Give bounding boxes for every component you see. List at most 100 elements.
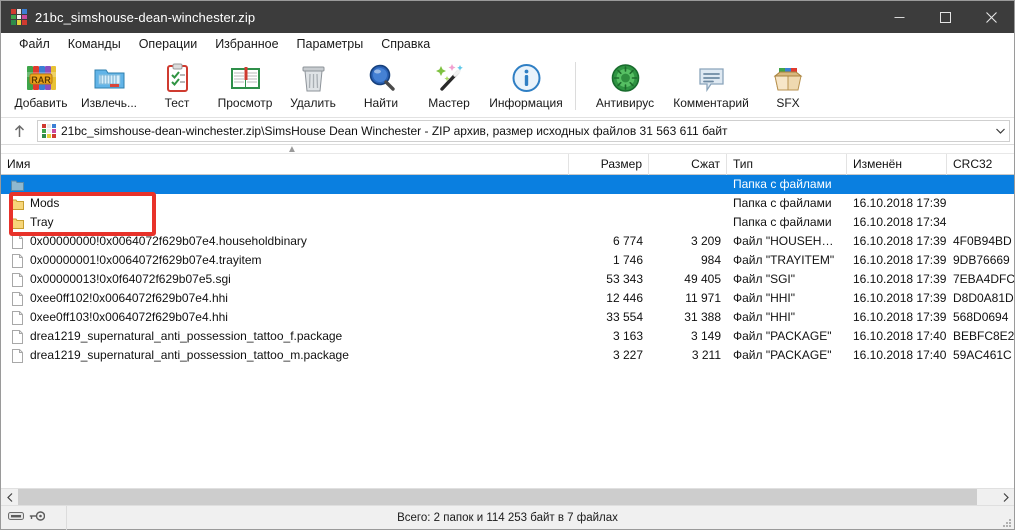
- cell-type: Файл "PACKAGE": [733, 329, 832, 343]
- view-book-icon: [229, 61, 262, 95]
- toolbar-info[interactable]: Информация: [483, 58, 569, 116]
- menu-operations[interactable]: Операции: [130, 35, 206, 54]
- arrow-up-icon: [14, 124, 24, 137]
- toolbar-info-label: Информация: [489, 96, 563, 110]
- menu-options[interactable]: Параметры: [288, 35, 373, 54]
- cell-crc32: 9DB76669: [953, 253, 1010, 267]
- cell-size: 1 746: [612, 253, 643, 267]
- chevron-right-icon: [1003, 492, 1009, 502]
- table-row[interactable]: drea1219_supernatural_anti_possession_ta…: [1, 327, 1014, 346]
- toolbar-comment[interactable]: Комментарий: [668, 58, 754, 116]
- close-button[interactable]: [968, 1, 1014, 33]
- navigate-up-button[interactable]: [5, 120, 33, 142]
- toolbar-find[interactable]: Найти: [347, 58, 415, 116]
- horizontal-scrollbar[interactable]: [1, 488, 1014, 506]
- cell-packed: 11 971: [685, 291, 721, 305]
- file-icon: [11, 272, 24, 287]
- window-title: 21bc_simshouse-dean-winchester.zip: [35, 9, 256, 25]
- table-row[interactable]: Mods Папка с файлами 16.10.2018 17:39: [1, 194, 1014, 213]
- cell-modified: 16.10.2018 17:39: [853, 253, 947, 267]
- table-row[interactable]: 0x00000001!0x0064072f629b07e4.trayitem 1…: [1, 251, 1014, 270]
- folder-up-icon: [11, 178, 24, 192]
- column-header-modified[interactable]: Изменён: [847, 153, 947, 175]
- close-icon: [985, 11, 997, 23]
- cell-type: Папка с файлами: [733, 196, 832, 210]
- column-header-size[interactable]: Размер: [569, 153, 649, 175]
- cell-type: Папка с файлами: [733, 215, 832, 229]
- menu-favorites[interactable]: Избранное: [206, 35, 287, 54]
- toolbar: RAR Добавить Извлечь... Тест Просмотр Уд…: [1, 56, 1014, 118]
- cell-type: Файл "PACKAGE": [733, 348, 832, 362]
- file-icon: [11, 329, 24, 344]
- scrollbar-thumb[interactable]: [18, 488, 978, 506]
- cell-crc32: [947, 175, 1014, 194]
- file-list-rows: Папка с файлами Mods Папка с файлами 16.…: [1, 175, 1014, 488]
- cell-modified: 16.10.2018 17:34: [853, 215, 947, 229]
- cell-name: drea1219_supernatural_anti_possession_ta…: [1, 346, 569, 365]
- info-circle-icon: [510, 61, 543, 95]
- table-row[interactable]: Tray Папка с файлами 16.10.2018 17:34: [1, 213, 1014, 232]
- table-row[interactable]: 0xee0ff103!0x0064072f629b07e4.hhi 33 554…: [1, 308, 1014, 327]
- toolbar-extract[interactable]: Извлечь...: [75, 58, 143, 116]
- window-controls: [876, 1, 1014, 33]
- scrollbar-track[interactable]: [18, 488, 997, 506]
- table-row[interactable]: 0xee0ff102!0x0064072f629b07e4.hhi 12 446…: [1, 289, 1014, 308]
- cell-packed: [649, 194, 727, 213]
- address-path-text: 21bc_simshouse-dean-winchester.zip\SimsH…: [61, 124, 728, 138]
- menu-help[interactable]: Справка: [372, 35, 439, 54]
- column-header-name[interactable]: Имя: [1, 153, 569, 175]
- toolbar-test[interactable]: Тест: [143, 58, 211, 116]
- key-icon[interactable]: [29, 509, 46, 527]
- toolbar-add-label: Добавить: [14, 96, 68, 110]
- cell-name-text: 0xee0ff102!0x0064072f629b07e4.hhi: [30, 291, 228, 305]
- file-icon: [11, 291, 24, 306]
- scroll-right-button[interactable]: [997, 488, 1014, 506]
- cell-name-text: 0x00000013!0x0f64072f629b07e5.sgi: [30, 272, 231, 286]
- cell-modified: 16.10.2018 17:39: [853, 310, 947, 324]
- cell-size: 3 163: [612, 329, 643, 343]
- cell-packed: [649, 175, 727, 194]
- maximize-button[interactable]: [922, 1, 968, 33]
- toolbar-wizard[interactable]: Мастер: [415, 58, 483, 116]
- sfx-box-icon: [772, 61, 805, 95]
- cell-type: Папка с файлами: [733, 177, 832, 191]
- file-icon: [11, 348, 24, 363]
- cell-modified: 16.10.2018 17:40: [853, 329, 947, 343]
- toolbar-add[interactable]: RAR Добавить: [7, 58, 75, 116]
- cell-crc32: 4F0B94BD: [953, 234, 1012, 248]
- column-header-crc32[interactable]: CRC32: [947, 154, 1015, 175]
- folder-icon: [11, 197, 24, 211]
- cell-type: Файл "HOUSEHOL...: [733, 234, 847, 248]
- status-icons: [1, 505, 67, 530]
- status-text: Всего: 2 папок и 114 253 байт в 7 файлах: [397, 511, 618, 524]
- toolbar-antivirus[interactable]: Антивирус: [582, 58, 668, 116]
- cell-name-text: Mods: [30, 196, 60, 210]
- cell-packed: 3 209: [690, 234, 721, 248]
- table-row[interactable]: 0x00000000!0x0064072f629b07e4.householdb…: [1, 232, 1014, 251]
- toolbar-separator: [575, 62, 576, 110]
- archive-disk-icon[interactable]: [8, 509, 24, 527]
- menu-file[interactable]: Файл: [10, 35, 59, 54]
- resize-grip[interactable]: [1000, 515, 1012, 527]
- toolbar-view-label: Просмотр: [217, 96, 273, 110]
- cell-packed: 3 211: [691, 348, 721, 362]
- chevron-down-icon[interactable]: [992, 121, 1009, 141]
- minimize-button[interactable]: [876, 1, 922, 33]
- toolbar-delete[interactable]: Удалить: [279, 58, 347, 116]
- column-header-type[interactable]: Тип: [727, 153, 847, 175]
- file-list-panel: ▲ Имя Размер Сжат Тип Изменён CRC32 Папк…: [1, 144, 1014, 488]
- cell-size: 12 446: [606, 291, 643, 305]
- toolbar-sfx[interactable]: SFX: [754, 58, 822, 116]
- menu-commands[interactable]: Команды: [59, 35, 130, 54]
- table-row[interactable]: 0x00000013!0x0f64072f629b07e5.sgi 53 343…: [1, 270, 1014, 289]
- column-header-packed[interactable]: Сжат: [649, 153, 727, 175]
- table-row[interactable]: Папка с файлами: [1, 175, 1014, 194]
- toolbar-view[interactable]: Просмотр: [211, 58, 279, 116]
- chevron-left-icon: [6, 492, 12, 502]
- scroll-left-button[interactable]: [1, 488, 18, 506]
- address-combobox[interactable]: 21bc_simshouse-dean-winchester.zip\SimsH…: [37, 120, 1010, 142]
- cell-name-text: Tray: [30, 215, 54, 229]
- table-row[interactable]: drea1219_supernatural_anti_possession_ta…: [1, 346, 1014, 365]
- test-clipboard-icon: [161, 61, 194, 95]
- comment-bubble-icon: [695, 61, 728, 95]
